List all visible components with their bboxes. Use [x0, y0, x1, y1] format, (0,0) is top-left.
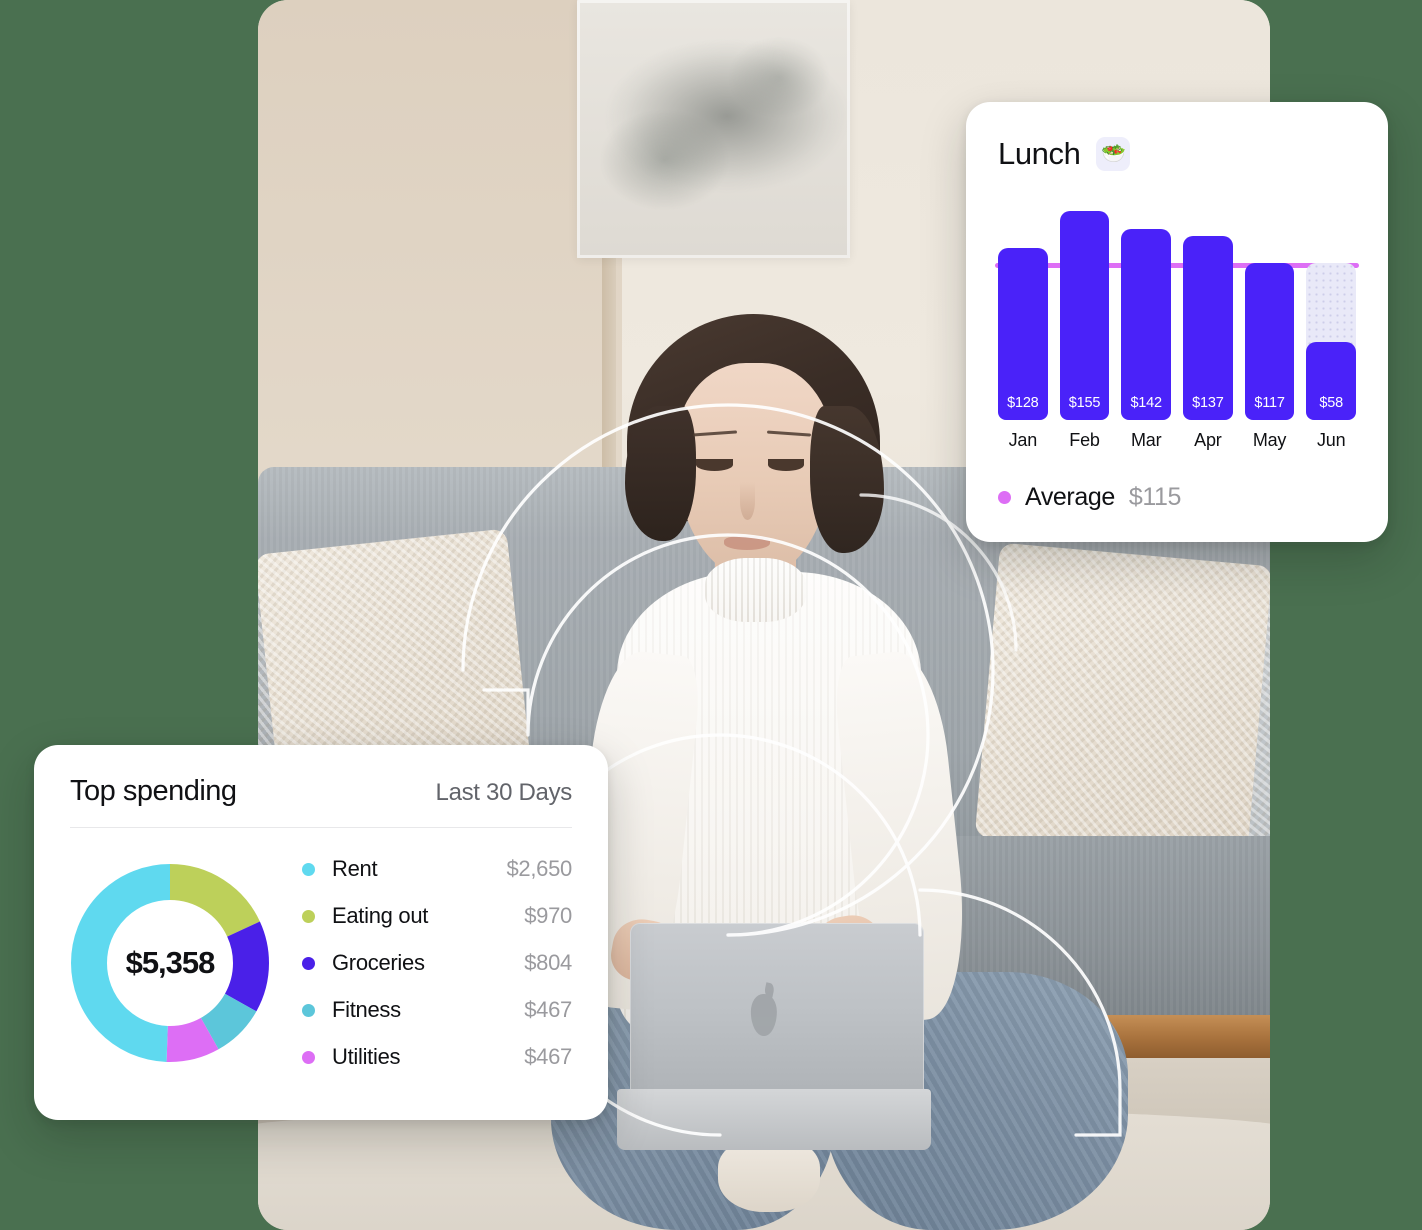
top-spending-body: $5,358 Rent $2,650 Eating out $970 Groceries… [70, 848, 572, 1078]
bar-column[interactable]: $117 [1244, 198, 1295, 420]
bar[interactable]: $142 [1121, 228, 1172, 420]
mouth [723, 536, 771, 550]
turtleneck-collar [705, 558, 807, 623]
eye-left [696, 458, 733, 472]
average-label: Average [1025, 483, 1115, 511]
average-value: $115 [1128, 483, 1182, 511]
month-label: May [1252, 430, 1287, 450]
list-item[interactable]: Eating out $970 [302, 895, 572, 937]
hair-left-side [625, 405, 697, 542]
lunch-bar-chart: $128 $155 $142 $137 $117 $58 [995, 198, 1359, 421]
laptop-lid [630, 922, 924, 1101]
donut-total: $5,358 [125, 945, 216, 980]
category-amount: $970 [524, 903, 572, 928]
top-spending-period[interactable]: Last 30 Days [436, 779, 573, 807]
list-item[interactable]: Fitness $467 [302, 989, 572, 1031]
month-label: Jun [1316, 430, 1346, 450]
list-item[interactable]: Rent $2,650 [302, 848, 572, 890]
nose [739, 482, 755, 521]
category-label: Utilities [332, 1044, 401, 1069]
legend-dot-icon [302, 909, 315, 923]
category-label: Rent [332, 856, 378, 881]
bar-value-label: $128 [1007, 395, 1039, 411]
month-label: Feb [1069, 430, 1100, 450]
category-amount: $467 [524, 997, 572, 1022]
category-amount: $804 [524, 950, 572, 975]
spending-legend: Rent $2,650 Eating out $970 Groceries $804 Fit… [294, 848, 572, 1078]
bar-value-label: $142 [1130, 395, 1162, 411]
top-spending-title: Top spending [70, 775, 237, 807]
category-label: Eating out [332, 903, 429, 928]
bar-value-label: $58 [1319, 395, 1343, 411]
lunch-card-header: Lunch 🥗 [998, 136, 1356, 172]
month-label: Apr [1194, 430, 1222, 450]
laptop-base [617, 1088, 931, 1151]
average-dot-icon [998, 491, 1011, 504]
average-line [995, 262, 1359, 268]
bar-column[interactable]: $142 [1121, 198, 1172, 420]
bar-column[interactable]: $58 [1306, 198, 1357, 421]
bar-value-label: $155 [1068, 395, 1101, 411]
list-item[interactable]: Utilities $467 [302, 1036, 572, 1078]
category-label: Groceries [332, 950, 425, 975]
bar[interactable]: $117 [1244, 262, 1295, 420]
category-amount: $2,650 [506, 856, 573, 881]
bar-value-label: $117 [1254, 395, 1285, 411]
bar-value-label: $137 [1192, 395, 1224, 411]
bar-column[interactable]: $155 [1059, 198, 1110, 420]
bar-column[interactable]: $137 [1183, 198, 1233, 420]
salad-emoji-icon: 🥗 [1096, 137, 1131, 171]
category-label: Fitness [332, 997, 401, 1022]
lunch-title: Lunch [998, 136, 1081, 171]
bar[interactable]: $128 [998, 247, 1048, 420]
month-label: Mar [1130, 430, 1162, 450]
list-item[interactable]: Groceries $804 [302, 942, 572, 984]
spending-donut-chart: $5,358 [70, 863, 270, 1063]
category-amount: $467 [524, 1044, 572, 1069]
month-label: Jan [1008, 430, 1038, 450]
bar-column[interactable]: $128 [998, 198, 1048, 420]
top-spending-card: Top spending Last 30 Days $5,358 Rent $2,… [34, 745, 608, 1120]
lunch-legend: Average $115 [998, 483, 1356, 512]
bar[interactable]: $155 [1059, 211, 1110, 420]
bar[interactable]: $58 [1306, 341, 1357, 420]
legend-dot-icon [302, 862, 315, 876]
bar[interactable]: $137 [1183, 235, 1233, 420]
legend-dot-icon [302, 1003, 315, 1017]
top-spending-header: Top spending Last 30 Days [70, 775, 572, 808]
lunch-month-axis: Jan Feb Mar Apr May Jun [998, 430, 1356, 451]
legend-dot-icon [302, 956, 315, 970]
legend-dot-icon [302, 1050, 315, 1064]
divider [70, 827, 572, 828]
lunch-card: Lunch 🥗 $128 $155 $142 $137 $117 $58 Jan Feb Ma… [966, 102, 1388, 542]
